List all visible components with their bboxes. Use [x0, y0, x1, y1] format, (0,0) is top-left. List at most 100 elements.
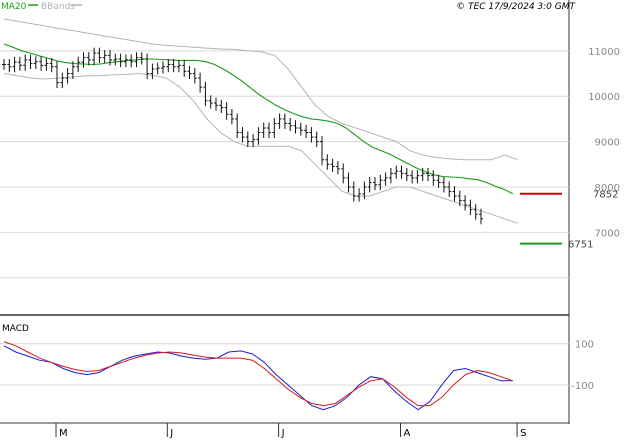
ohlc-bar [150, 63, 155, 79]
ohlc-bar [44, 58, 49, 71]
ohlc-bar [394, 165, 399, 179]
ohlc-bar [192, 68, 197, 84]
price-bars [2, 47, 483, 225]
ohlc-bar [245, 131, 250, 148]
ohlc-bar [118, 53, 123, 68]
support-level-label: 6751 [568, 240, 593, 251]
ohlc-bar [383, 172, 388, 186]
ohlc-bar [282, 113, 287, 129]
macd-tick-label: 100 [575, 340, 594, 351]
ohlc-bar [357, 188, 362, 202]
ohlc-bar [256, 127, 261, 145]
macd-tick-label: -100 [571, 381, 594, 392]
ohlc-bar [410, 170, 415, 184]
ohlc-bar [33, 56, 38, 69]
ohlc-bar [452, 186, 457, 202]
ohlc-bar [251, 133, 256, 148]
bollinger-bands [3, 18, 519, 224]
macd-line [3, 345, 513, 411]
month-label: M [59, 428, 68, 439]
ohlc-bar [39, 56, 44, 71]
ohlc-bar [60, 72, 65, 89]
ohlc-bar [102, 49, 107, 64]
ohlc-bar [12, 56, 17, 73]
ohlc-bar [7, 59, 12, 73]
ohlc-bar [176, 59, 181, 73]
ohlc-bar [325, 154, 330, 170]
ohlc-bar [267, 122, 271, 138]
ohlc-bar [415, 170, 420, 184]
ohlc-bar [219, 99, 224, 114]
legend-ma20: MA20 [1, 2, 27, 12]
ohlc-bar [330, 158, 335, 173]
ohlc-bar [113, 53, 118, 66]
ohlc-bar [473, 204, 478, 220]
month-label: S [520, 428, 526, 439]
x-axis-months: MJJAS [55, 423, 526, 439]
ohlc-bar [261, 122, 266, 138]
chart-canvas: 78526751 1100010000900080007000100-100 M… [0, 0, 620, 439]
y-tick-label: 9000 [595, 138, 620, 149]
ohlc-bar [436, 174, 441, 188]
ohlc-bar [214, 97, 218, 111]
ohlc-bar [86, 52, 91, 66]
ohlc-bar [314, 131, 319, 148]
y-tick-label: 7000 [595, 228, 620, 239]
ohlc-bar [441, 177, 446, 193]
ohlc-bar [224, 102, 229, 120]
macd-gridlines [0, 343, 569, 386]
ma20-line [3, 43, 514, 195]
ohlc-bar [404, 167, 409, 182]
ohlc-bar [203, 81, 208, 107]
ohlc-bar [171, 59, 176, 73]
ohlc-bar [309, 127, 314, 143]
ohlc-bar [198, 72, 203, 93]
ohlc-bar [166, 59, 171, 73]
stock-chart: 7852 6751 11000 10000 9000 8000 7000 100 -100 M… [0, 0, 627, 440]
ma20-path [3, 43, 514, 195]
ohlc-bar [399, 165, 404, 179]
ohlc-bar [23, 54, 28, 71]
ohlc-bar [240, 127, 245, 143]
bband-upper [3, 18, 519, 161]
month-label: J [281, 428, 285, 439]
price-gridlines [0, 50, 569, 279]
ohlc-bar [346, 172, 351, 193]
ohlc-bar [447, 181, 452, 197]
ohlc-bar [335, 161, 340, 175]
macd-panel [3, 341, 513, 411]
ohlc-bar [81, 52, 86, 68]
ohlc-bar [28, 54, 33, 69]
ohlc-bar [2, 59, 6, 70]
y-axis-labels: 11000 10000 9000 8000 7000 100 -100 [571, 47, 620, 392]
ohlc-bar [373, 177, 377, 191]
copyright-timestamp: © TEC 17/9/2024 3:0 GMT [456, 2, 576, 12]
month-label: J [169, 428, 173, 439]
ohlc-bar [76, 56, 81, 73]
ohlc-bar [139, 52, 144, 65]
ohlc-bar [351, 181, 356, 202]
ohlc-bar [367, 177, 372, 193]
ohlc-bar [388, 167, 393, 184]
ohlc-bar [298, 122, 303, 136]
ohlc-bar [187, 65, 192, 79]
macd-label: MACD [2, 324, 29, 334]
ohlc-bar [288, 118, 293, 132]
ohlc-bar [463, 195, 468, 211]
ohlc-bar [229, 108, 234, 125]
y-tick-label: 10000 [588, 92, 620, 103]
legend-bbands: BBands [41, 2, 75, 12]
y-tick-label: 8000 [595, 183, 620, 194]
month-label: A [404, 428, 411, 439]
ohlc-bar [17, 56, 22, 71]
y-tick-label: 11000 [588, 47, 620, 58]
ohlc-bar [182, 59, 187, 77]
ohlc-bar [320, 136, 324, 166]
ohlc-bar [341, 163, 346, 184]
ohlc-bar [155, 62, 160, 75]
ohlc-bar [426, 167, 430, 182]
ohlc-bar [235, 113, 240, 138]
ohlc-bar [97, 47, 102, 64]
ohlc-bar [92, 47, 97, 66]
ohlc-bar [129, 54, 134, 68]
